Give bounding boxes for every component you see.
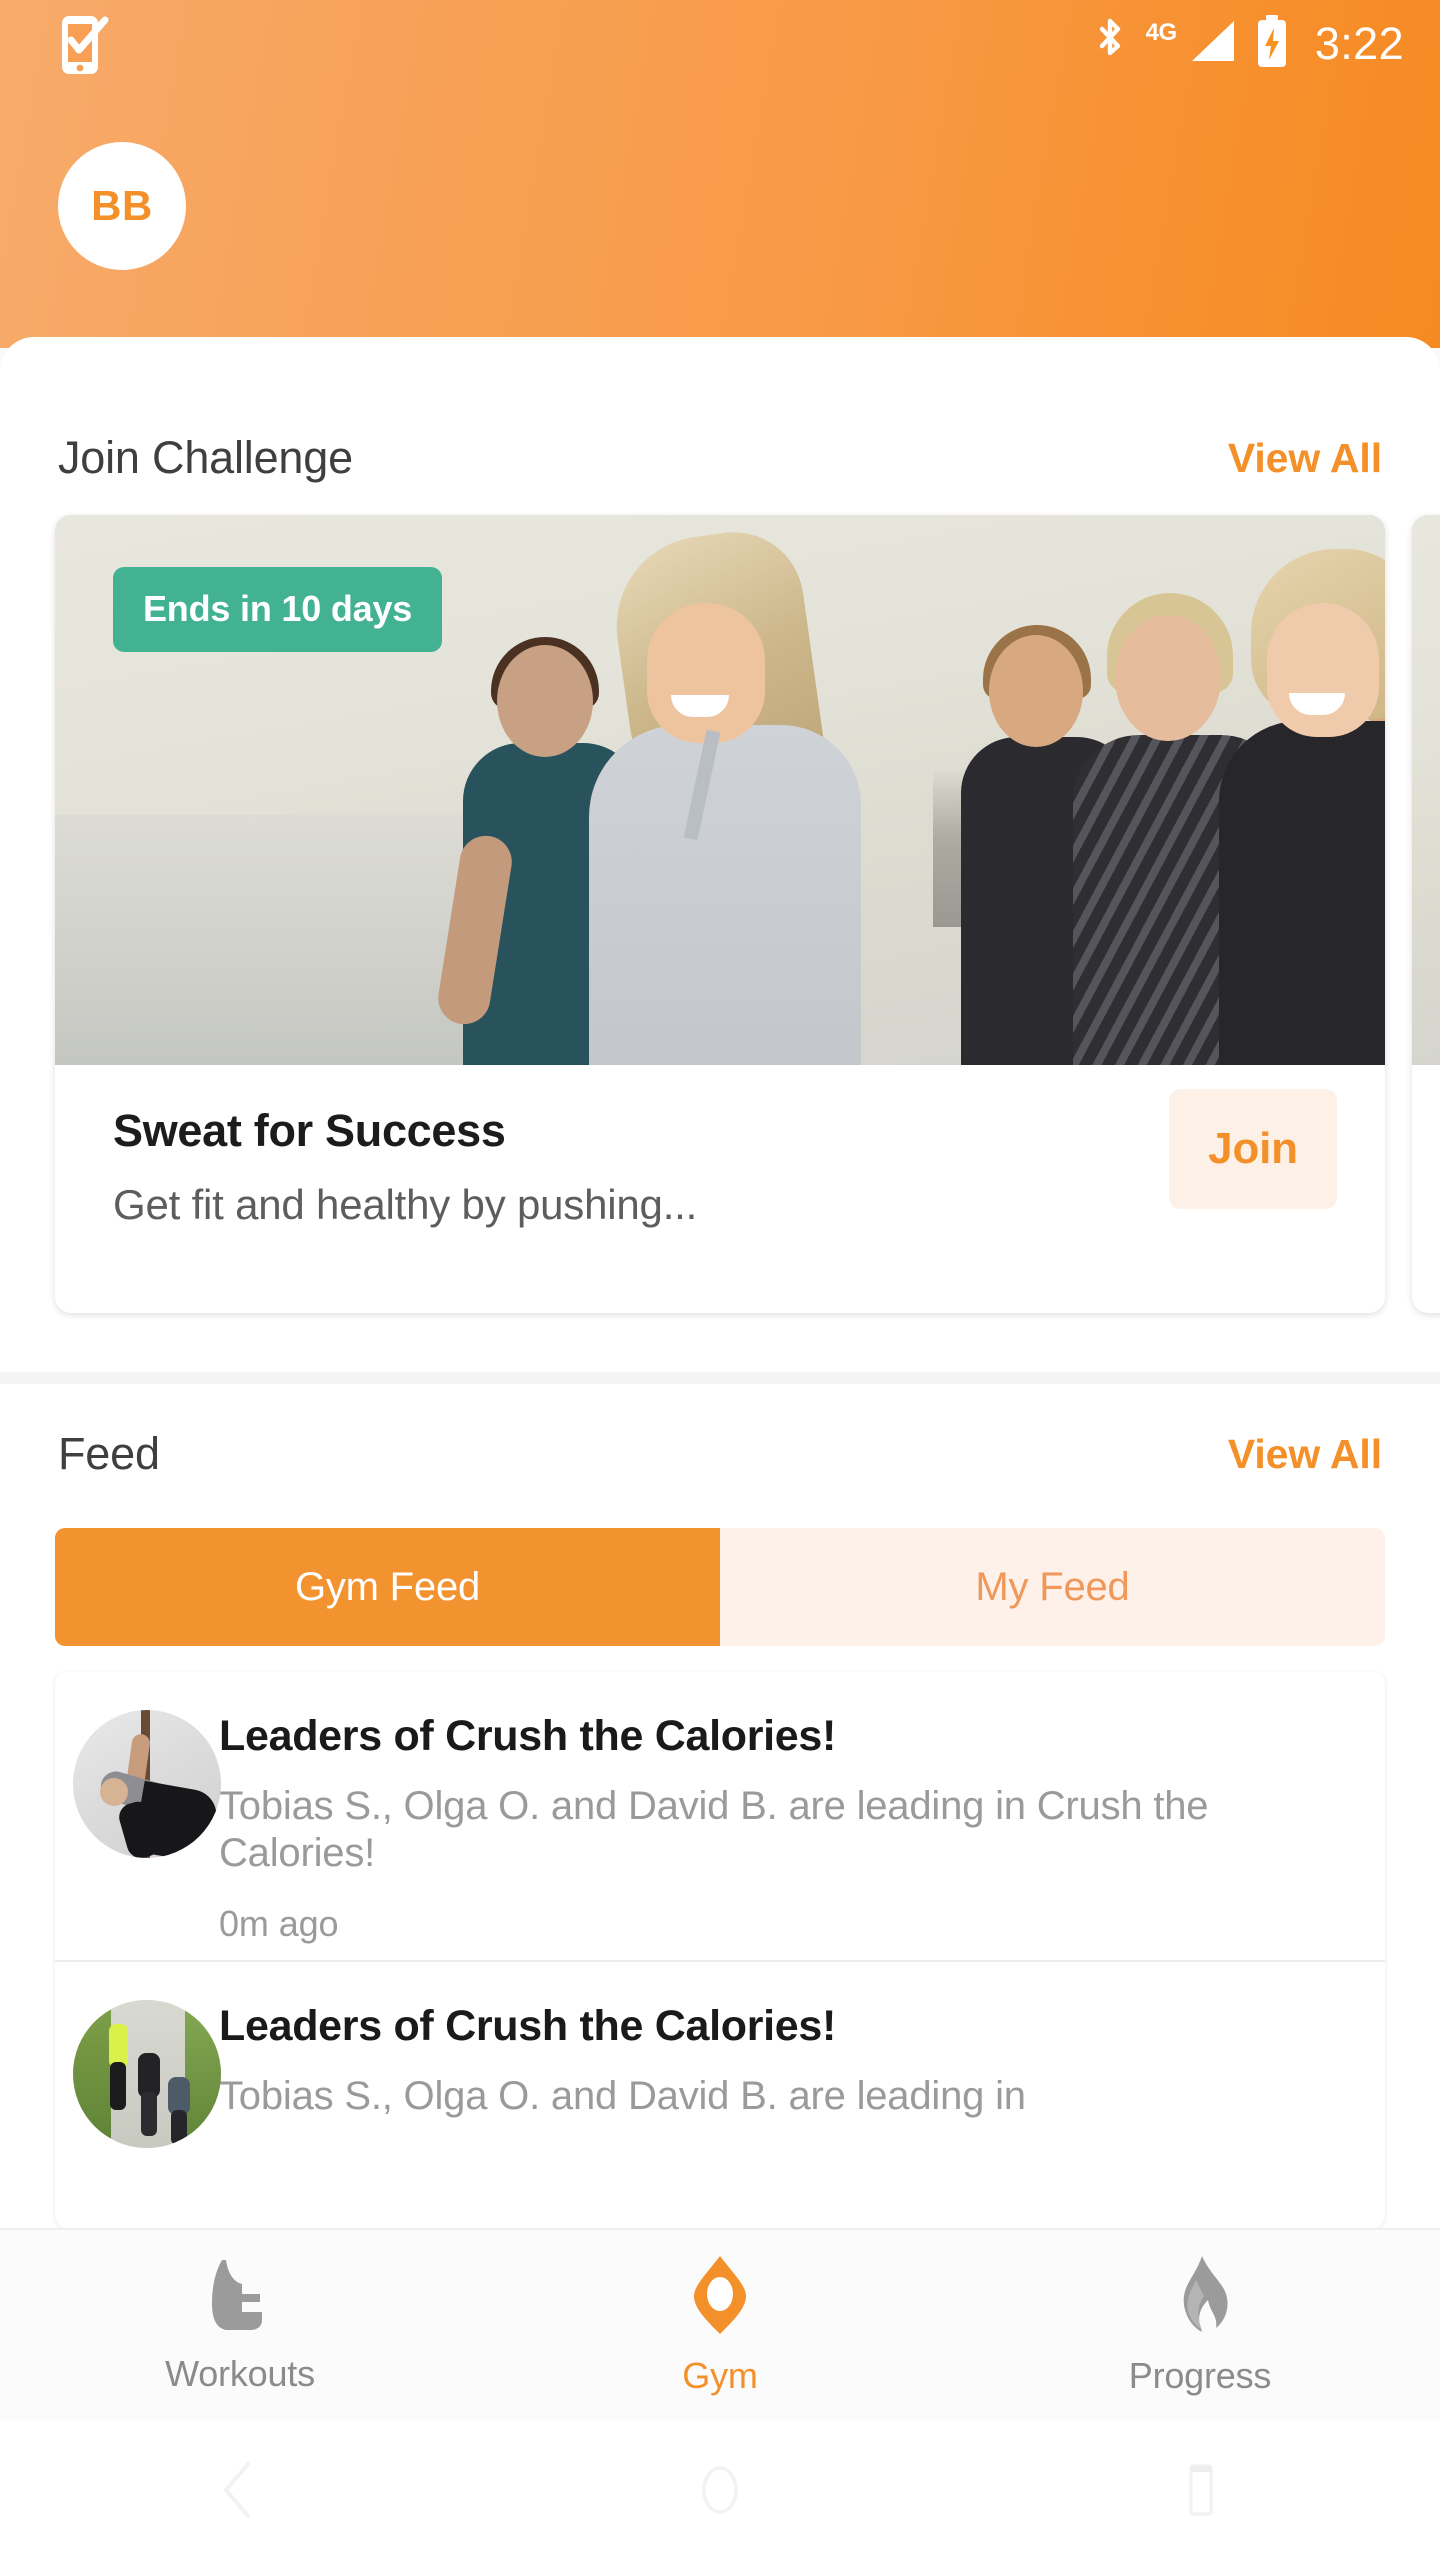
- challenge-section-header: Join Challenge View All: [0, 410, 1440, 506]
- shoe-icon: [192, 2256, 288, 2339]
- challenge-hero-image-next: [1412, 515, 1440, 1065]
- status-badge: Ends in 10 days: [113, 567, 443, 652]
- feed-item-title: Leaders of Crush the Calories!: [219, 1712, 837, 1760]
- clock-label: 3:22: [1314, 17, 1404, 69]
- feed-item-title: Leaders of Crush the Calories!: [219, 2002, 837, 2050]
- phone-check-icon: [58, 14, 114, 76]
- challenge-hero-image: Ends in 10 days: [55, 515, 1385, 1065]
- network-type-label: 4G: [1145, 19, 1178, 46]
- avatar-initials: BB: [91, 182, 153, 229]
- avatar: [73, 2000, 221, 2148]
- battery-charging-icon: [1255, 14, 1289, 72]
- home-circle-icon[interactable]: [480, 2460, 960, 2520]
- list-item[interactable]: Leaders of Crush the Calories! Tobias S.…: [55, 1960, 1385, 2228]
- nav-label-workouts: Workouts: [165, 2352, 315, 2394]
- recents-square-icon[interactable]: [960, 2460, 1440, 2520]
- system-navigation-bar: [0, 2420, 1440, 2560]
- feed-view-all-link[interactable]: View All: [1228, 1431, 1382, 1478]
- status-icons: 4G 3:22: [1093, 10, 1404, 76]
- section-divider: [0, 1372, 1440, 1384]
- nav-label-gym: Gym: [682, 2354, 758, 2396]
- signal-bars-icon: [1188, 19, 1236, 68]
- status-bar: 4G 3:22: [0, 0, 1440, 88]
- nav-item-progress[interactable]: Progress: [960, 2254, 1440, 2397]
- nav-label-progress: Progress: [1128, 2354, 1272, 2396]
- page-title: Join Challenge: [58, 432, 353, 483]
- flame-icon: [1152, 2254, 1248, 2341]
- challenge-card-body: Sweat for Success Get fit and healthy by…: [55, 1065, 1385, 1313]
- tab-gym-feed[interactable]: Gym Feed: [55, 1528, 720, 1646]
- challenge-card-next[interactable]: [1412, 515, 1440, 1313]
- avatar: [73, 1710, 221, 1858]
- feed-item-timestamp: 0m ago: [219, 1903, 339, 1945]
- location-pin-icon: [672, 2254, 768, 2341]
- feed-list: Leaders of Crush the Calories! Tobias S.…: [55, 1672, 1385, 2228]
- challenge-name: Sweat for Success: [113, 1105, 506, 1156]
- feed-section-header: Feed View All: [0, 1406, 1440, 1502]
- bottom-navigation: Workouts Gym Progress: [0, 2228, 1440, 2420]
- feed-title: Feed: [58, 1428, 160, 1479]
- app-screen: 4G 3:22 BB Join Challenge View All Ends …: [0, 0, 1440, 2560]
- feed-tabs: Gym Feed My Feed: [55, 1528, 1385, 1646]
- feed-item-body: Tobias S., Olga O. and David B. are lead…: [219, 2074, 1026, 2118]
- challenge-card[interactable]: Ends in 10 days Sweat for Success Get fi…: [55, 515, 1385, 1313]
- back-chevron-icon[interactable]: [0, 2460, 480, 2520]
- app-header: 4G 3:22 BB: [0, 0, 1440, 348]
- challenge-view-all-link[interactable]: View All: [1228, 435, 1382, 482]
- list-item[interactable]: Leaders of Crush the Calories! Tobias S.…: [55, 1672, 1385, 1960]
- nav-item-gym[interactable]: Gym: [480, 2254, 960, 2397]
- tab-my-feed[interactable]: My Feed: [720, 1528, 1385, 1646]
- feed-item-body: Tobias S., Olga O. and David B. are lead…: [219, 1784, 1209, 1876]
- challenge-carousel[interactable]: Ends in 10 days Sweat for Success Get fi…: [0, 505, 1440, 1320]
- challenge-description: Get fit and healthy by pushing...: [113, 1181, 698, 1228]
- avatar[interactable]: BB: [58, 142, 186, 270]
- bluetooth-icon: [1093, 16, 1127, 71]
- nav-item-workouts[interactable]: Workouts: [0, 2256, 480, 2395]
- join-button[interactable]: Join: [1169, 1089, 1337, 1209]
